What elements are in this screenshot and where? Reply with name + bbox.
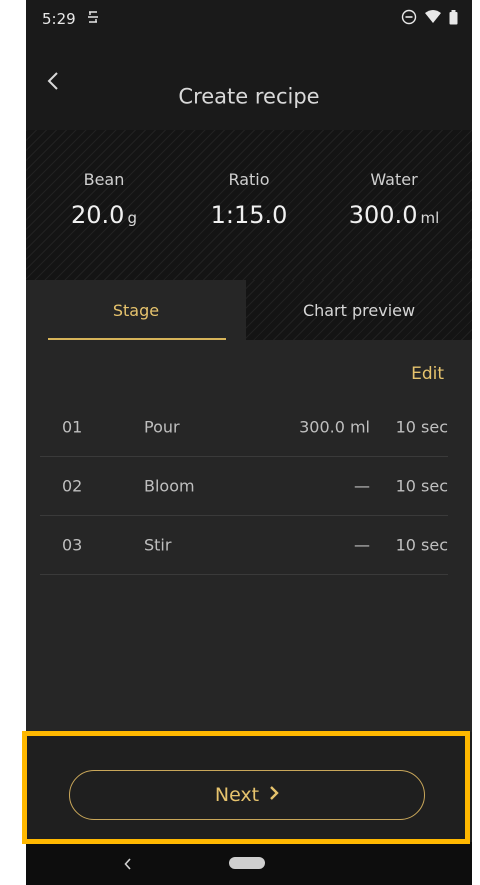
- tab-stage-label: Stage: [112, 300, 160, 320]
- bean-label: Bean: [83, 170, 125, 189]
- stage-type: Pour: [144, 417, 180, 437]
- stage-time: 10 sec: [395, 535, 448, 555]
- status-left: 5:29: [42, 10, 100, 28]
- next-button[interactable]: Next: [69, 770, 425, 820]
- dnd-icon: [401, 9, 417, 29]
- tab-chart-preview[interactable]: Chart preview: [246, 280, 472, 340]
- tab-chart-preview-label: Chart preview: [302, 300, 416, 320]
- battery-icon: [449, 9, 458, 29]
- tab-stage[interactable]: Stage: [26, 280, 246, 340]
- tab-active-indicator: [48, 338, 226, 340]
- nav-back-button[interactable]: [118, 854, 138, 874]
- chevron-right-icon: [269, 784, 279, 806]
- water-value: 300.0: [348, 201, 418, 229]
- nav-home-pill[interactable]: [229, 857, 265, 869]
- app-bar: Create recipe: [26, 38, 472, 130]
- bean-unit: g: [127, 209, 137, 227]
- bean-value: 20.0: [71, 201, 125, 229]
- ratio-label: Ratio: [228, 170, 270, 189]
- stage-number: 01: [62, 417, 83, 437]
- status-bar: 5:29: [26, 0, 472, 38]
- stage-list: 01 Pour 300.0 ml 10 sec 02 Bloom — 10 se…: [40, 398, 448, 575]
- phone-screen: 5:29 Create recipe Bean 20.0 g Ratio 1:1…: [26, 0, 472, 885]
- edit-button[interactable]: Edit: [411, 364, 444, 384]
- bean-stat: Bean 20.0 g: [30, 170, 178, 229]
- page-title: Create recipe: [178, 84, 320, 109]
- nav-back-icon: [124, 855, 132, 874]
- stage-row[interactable]: 01 Pour 300.0 ml 10 sec: [40, 398, 448, 457]
- water-label: Water: [370, 170, 418, 189]
- stage-time: 10 sec: [395, 417, 448, 437]
- ratio-value: 1:15.0: [210, 201, 288, 229]
- sync-icon: [86, 10, 100, 28]
- stage-time: 10 sec: [395, 476, 448, 496]
- status-time: 5:29: [42, 10, 76, 28]
- water-stat: Water 300.0 ml: [320, 170, 468, 229]
- bean-value-line: 20.0 g: [30, 201, 178, 229]
- water-value-line: 300.0 ml: [320, 201, 468, 229]
- system-nav-bar: [26, 842, 472, 885]
- stage-number: 03: [62, 535, 83, 555]
- recipe-summary: Bean 20.0 g Ratio 1:15.0 Water 300.0 ml: [26, 130, 472, 280]
- bottom-action-area: Next: [26, 732, 472, 842]
- status-right: [401, 9, 458, 29]
- wifi-icon: [425, 10, 441, 28]
- stage-row[interactable]: 02 Bloom — 10 sec: [40, 457, 448, 516]
- tab-bar: Stage Chart preview: [26, 280, 472, 340]
- water-unit: ml: [420, 209, 440, 227]
- stage-amount: —: [354, 476, 370, 496]
- stage-type: Stir: [144, 535, 172, 555]
- ratio-stat: Ratio 1:15.0: [175, 170, 323, 229]
- stage-amount: 300.0 ml: [299, 417, 370, 437]
- stage-row[interactable]: 03 Stir — 10 sec: [40, 516, 448, 575]
- stage-type: Bloom: [144, 476, 195, 496]
- stage-number: 02: [62, 476, 83, 496]
- stage-amount: —: [354, 535, 370, 555]
- next-button-label: Next: [214, 784, 260, 806]
